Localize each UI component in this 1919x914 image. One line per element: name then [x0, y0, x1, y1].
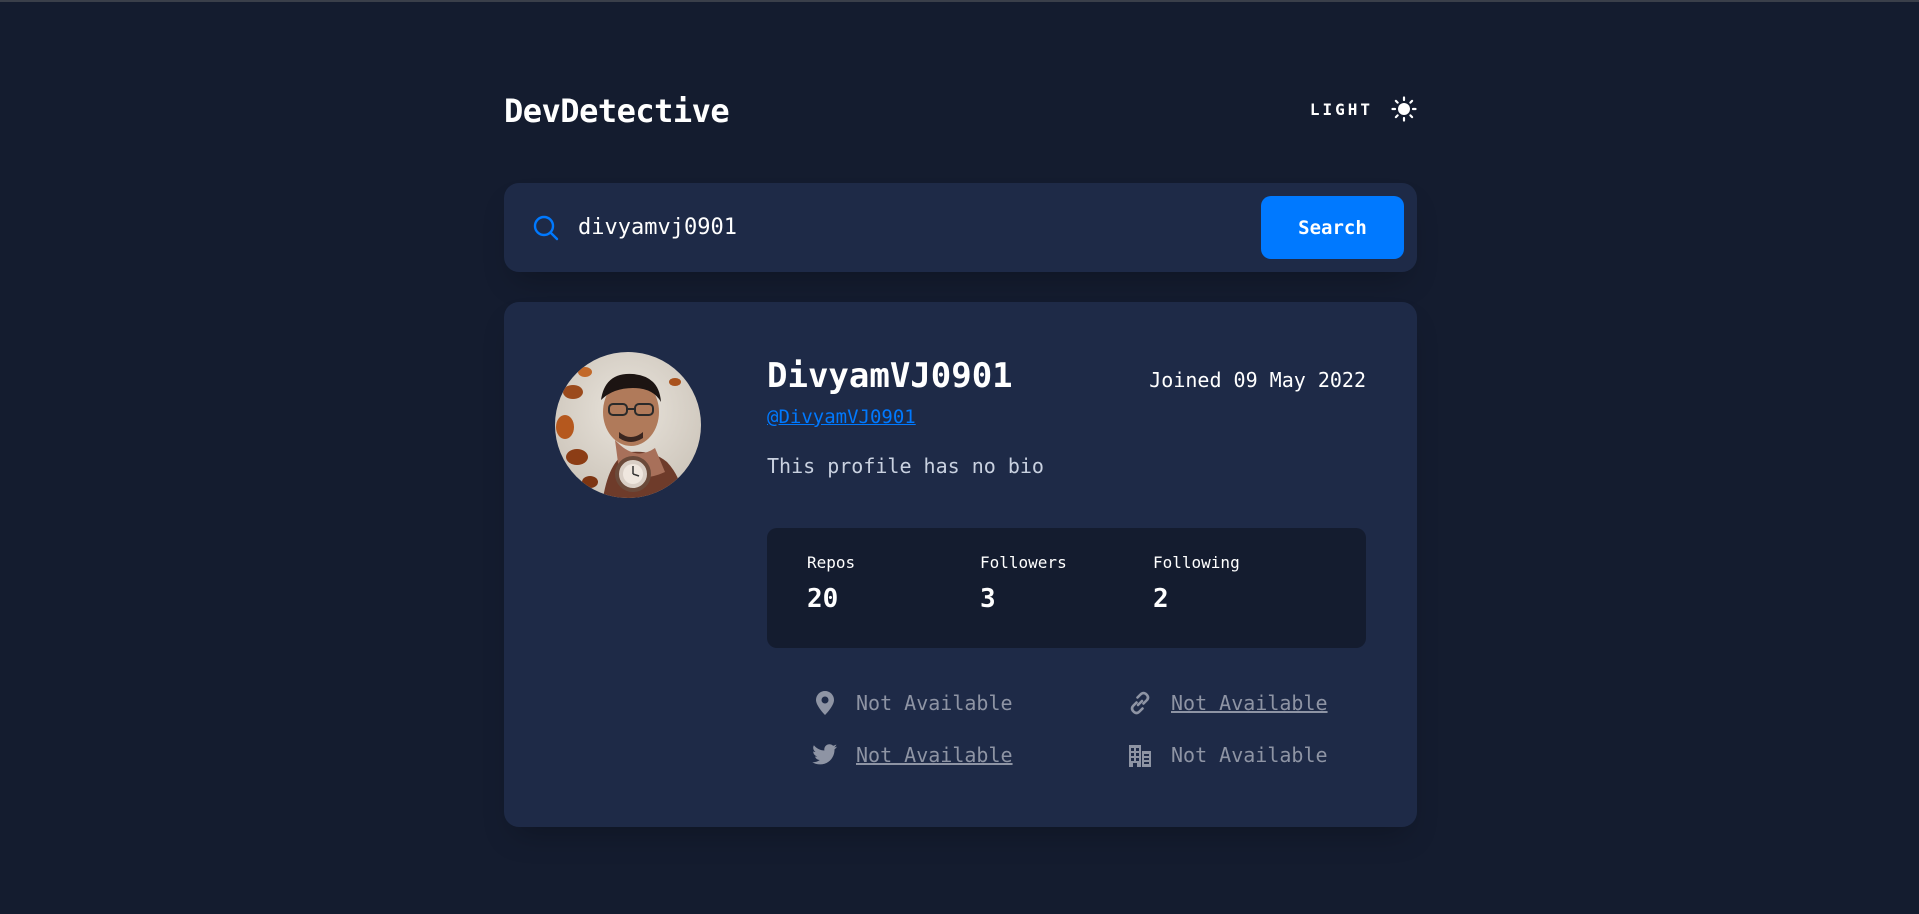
app-logo: DevDetective — [504, 92, 730, 130]
building-icon — [1127, 742, 1153, 768]
twitter-icon — [812, 742, 838, 768]
stats-panel: Repos 20 Followers 3 Following 2 — [767, 528, 1366, 648]
location-pin-icon — [812, 690, 838, 716]
search-button[interactable]: Search — [1261, 196, 1404, 259]
profile-links: Not Available Not Available Not Availabl… — [767, 690, 1366, 800]
company-text: Not Available — [1171, 743, 1328, 767]
stat-repos: Repos 20 — [807, 553, 855, 614]
stat-value: 3 — [980, 584, 996, 614]
website-item[interactable]: Not Available — [1127, 690, 1328, 716]
twitter-item[interactable]: Not Available — [812, 742, 1013, 768]
search-icon — [533, 215, 559, 241]
stat-value: 20 — [807, 584, 839, 614]
location-text: Not Available — [856, 691, 1013, 715]
twitter-link[interactable]: Not Available — [856, 743, 1013, 767]
avatar — [555, 352, 701, 498]
location-item: Not Available — [812, 690, 1013, 716]
profile-name: DivyamVJ0901 — [767, 356, 1013, 396]
profile-bio: This profile has no bio — [767, 454, 1044, 478]
stat-label: Repos — [807, 553, 856, 572]
profile-username-link[interactable]: @DivyamVJ0901 — [767, 406, 916, 428]
stat-following: Following 2 — [1153, 553, 1240, 614]
header: DevDetective LIGHT — [504, 92, 1417, 136]
company-item: Not Available — [1127, 742, 1328, 768]
search-bar: Search — [504, 183, 1417, 272]
theme-toggle[interactable]: LIGHT — [1310, 96, 1417, 122]
sun-icon — [1391, 96, 1417, 122]
window-top-border — [0, 0, 1919, 2]
theme-toggle-label: LIGHT — [1309, 99, 1373, 119]
stat-label: Following — [1153, 553, 1240, 572]
profile-card: DivyamVJ0901 Joined 09 May 2022 @DivyamV… — [504, 302, 1417, 827]
website-link[interactable]: Not Available — [1171, 691, 1328, 715]
stat-value: 2 — [1153, 584, 1169, 614]
search-input[interactable] — [578, 205, 1138, 249]
stat-label: Followers — [980, 553, 1067, 572]
joined-date: Joined 09 May 2022 — [1149, 368, 1366, 392]
stat-followers: Followers 3 — [980, 553, 1067, 614]
link-icon — [1127, 690, 1153, 716]
